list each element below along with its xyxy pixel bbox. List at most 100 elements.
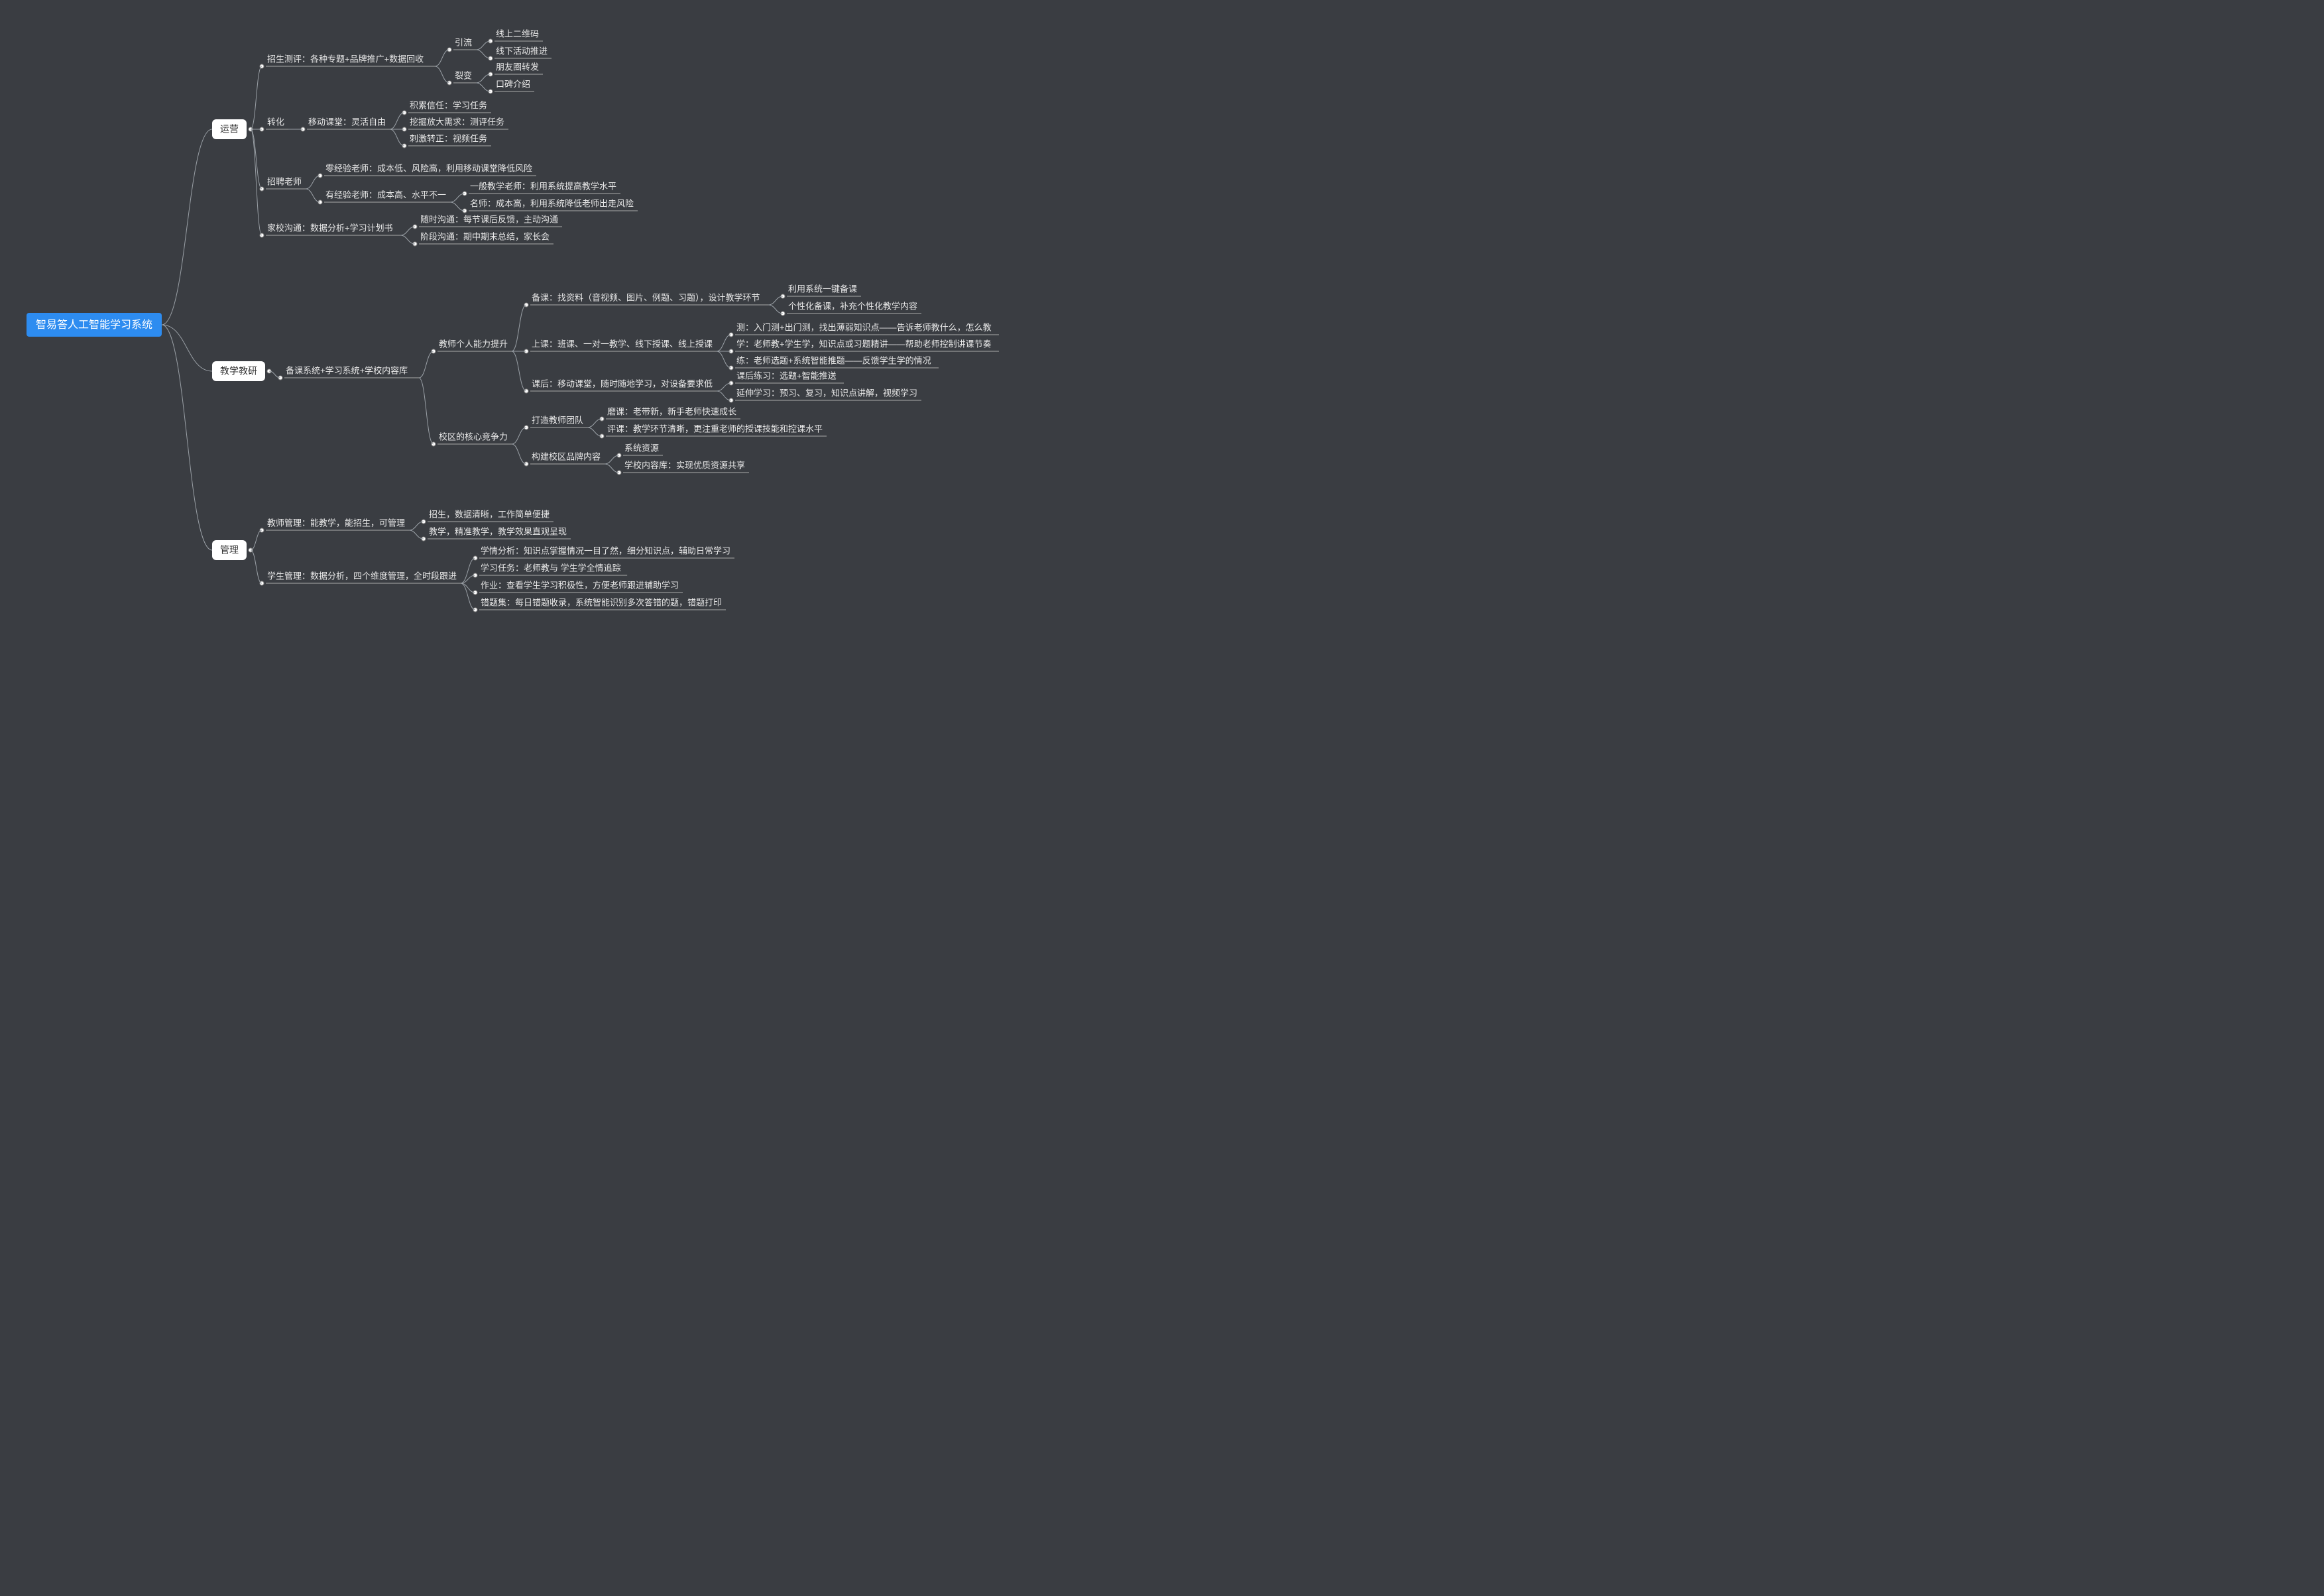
leaf-node: 引流	[447, 37, 476, 52]
connector	[717, 383, 731, 391]
leaf-node: 利用系统一键备课	[781, 284, 861, 298]
node-text: 教师管理：能教学，能招生，可管理	[267, 518, 405, 528]
connector	[251, 530, 262, 550]
connector	[306, 189, 320, 202]
connector	[400, 235, 415, 244]
leaf-node: 阶段沟通：期中期末总结，家长会	[413, 231, 553, 246]
node-text: 零经验老师：成本低、风险高，利用移动课堂降低风险	[325, 163, 532, 173]
connector	[768, 296, 783, 305]
leaf-node: 教学，精准教学，教学效果直观呈现	[422, 526, 571, 541]
node-text: 学：老师教+学生学，知识点或习题精讲——帮助老师控制讲课节奏	[736, 339, 992, 349]
node-text: 作业：查看学生学习积极性，方便老师跟进辅助学习	[481, 580, 679, 590]
connector	[476, 74, 491, 83]
node-text: 延伸学习：预习、复习，知识点讲解，视频学习	[736, 388, 917, 398]
connector	[450, 194, 465, 202]
connector	[512, 428, 526, 444]
leaf-node: 测：入门测+出门测，找出薄弱知识点——告诉老师教什么，怎么教	[729, 322, 999, 337]
leaf-node: 上课：班课、一对一教学、线下授课、线上授课	[524, 339, 717, 353]
node-text: 招聘老师	[267, 176, 302, 186]
node-text: 个性化备课，补充个性化教学内容	[788, 301, 917, 311]
leaf-node: 名师：成本高，利用系统降低老师出走风险	[463, 198, 638, 213]
node-text: 刺激转正：视频任务	[410, 133, 487, 143]
connector	[409, 522, 424, 530]
connector	[306, 176, 320, 189]
connector	[512, 351, 526, 391]
leaf-node: 裂变	[447, 70, 476, 85]
node-text: 学校内容库：实现优质资源共享	[624, 460, 745, 470]
node-text: 学生管理：数据分析，四个维度管理，全时段跟进	[267, 571, 457, 581]
node-text: 招生，数据清晰，工作简单便捷	[429, 509, 550, 519]
node-text: 移动课堂：灵活自由	[308, 117, 386, 127]
connector	[512, 444, 526, 464]
leaf-node: 磨课：老带新，新手老师快速成长	[600, 406, 740, 421]
connector	[419, 351, 434, 378]
connector	[476, 83, 491, 91]
node-text: 口碑介绍	[496, 79, 530, 89]
mgmt-subtree: 教师管理：能教学，能招生，可管理学生管理：数据分析，四个维度管理，全时段跟进 招生…	[251, 509, 734, 612]
node-text: 评课：教学环节清晰，更注重老师的授课技能和控课水平	[607, 424, 823, 433]
leaf-node: 挖掘放大需求：测评任务	[402, 117, 508, 131]
leaf-node: 错题集：每日错题收录，系统智能识别多次答错的题，错题打印	[473, 597, 726, 612]
connector	[251, 550, 262, 583]
leaf-node: 系统资源	[617, 443, 663, 457]
node-text: 利用系统一键备课	[788, 284, 857, 294]
node-text: 备课系统+学习系统+学校内容库	[286, 365, 408, 375]
node-text: 积累信任：学习任务	[410, 100, 487, 110]
node-text: 招生测评：各种专题+品牌推广+数据回收	[267, 54, 424, 64]
node-text: 上课：班课、一对一教学、线下授课、线上授课	[532, 339, 713, 349]
connector	[476, 50, 491, 58]
connector	[587, 428, 602, 436]
connector	[162, 325, 212, 371]
leaf-node: 转化	[260, 117, 288, 131]
connector	[390, 113, 404, 129]
leaf-node: 作业：查看学生学习积极性，方便老师跟进辅助学习	[473, 580, 683, 595]
connector	[400, 227, 415, 235]
node-text: 错题集：每日错题收录，系统智能识别多次答错的题，错题打印	[481, 597, 722, 607]
leaf-node: 招生测评：各种专题+品牌推广+数据回收	[260, 54, 435, 68]
leaf-node: 构建校区品牌内容	[524, 451, 605, 466]
leaf-node: 零经验老师：成本低、风险高，利用移动课堂降低风险	[318, 163, 536, 178]
connector	[390, 129, 404, 146]
connector	[605, 455, 619, 464]
connector	[251, 129, 262, 235]
node-text: 线上二维码	[496, 28, 539, 38]
node-text: 教师个人能力提升	[439, 339, 508, 349]
connector	[450, 202, 465, 211]
leaf-node: 课后练习：选题+智能推送	[729, 370, 844, 385]
node-text: 学习任务：老师教与 学生学全情追踪	[481, 563, 621, 573]
node-text: 随时沟通：每节课后反馈，主动沟通	[420, 214, 558, 224]
leaf-node: 招聘老师	[260, 176, 306, 191]
node-text: 练：老师选题+系统智能推题——反馈学生学的情况	[736, 355, 931, 365]
node-text: 校区的核心竞争力	[439, 431, 508, 441]
leaf-node: 朋友圈转发	[489, 62, 543, 76]
leaf-node: 线下活动推进	[489, 46, 552, 60]
leaf-node: 一般教学老师：利用系统提高教学水平	[463, 181, 620, 196]
node-text: 转化	[267, 117, 284, 127]
connector	[605, 464, 619, 473]
node-text: 线下活动推进	[496, 46, 548, 56]
node-text: 测：入门测+出门测，找出薄弱知识点——告诉老师教什么，怎么教	[736, 322, 992, 332]
connector	[512, 305, 526, 351]
leaf-node: 学习任务：老师教与 学生学全情追踪	[473, 563, 627, 577]
node-text: 裂变	[455, 70, 472, 80]
node-text: 磨课：老带新，新手老师快速成长	[607, 406, 736, 416]
connector	[162, 129, 212, 325]
leaf-node: 课后：移动课堂，随时随地学习，对设备要求低	[524, 378, 717, 393]
leaf-node: 积累信任：学习任务	[402, 100, 491, 115]
node-text: 构建校区品牌内容	[532, 451, 601, 461]
connector	[435, 66, 449, 83]
node-text: 运营	[220, 124, 239, 135]
node-text: 管理	[220, 545, 239, 555]
connector	[409, 530, 424, 539]
node-text: 教学教研	[220, 366, 257, 376]
leaf-node: 备课系统+学习系统+学校内容库	[278, 365, 419, 380]
connector	[717, 351, 731, 368]
connector	[587, 419, 602, 428]
leaf-node: 校区的核心竞争力	[432, 431, 512, 446]
leaf-node: 延伸学习：预习、复习，知识点讲解，视频学习	[729, 388, 921, 402]
connector	[162, 325, 212, 550]
leaf-node: 学：老师教+学生学，知识点或习题精讲——帮助老师控制讲课节奏	[729, 339, 999, 353]
connector	[476, 41, 491, 50]
leaf-node: 学生管理：数据分析，四个维度管理，全时段跟进	[260, 571, 461, 585]
node-text: 一般教学老师：利用系统提高教学水平	[470, 181, 616, 191]
